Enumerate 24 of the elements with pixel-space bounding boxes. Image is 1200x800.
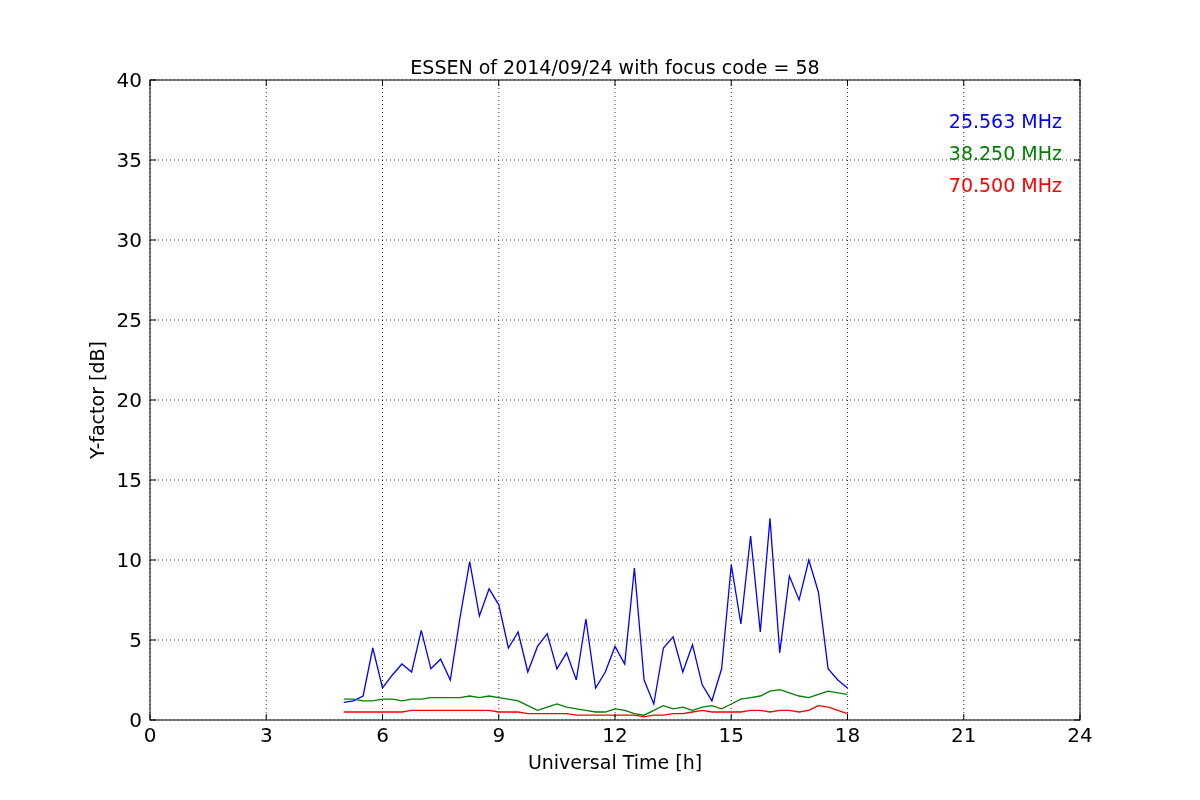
y-tick-label: 20 xyxy=(116,388,142,412)
x-tick-label: 24 xyxy=(1067,723,1093,747)
x-tick-label: 15 xyxy=(718,723,744,747)
y-tick-label: 5 xyxy=(129,628,142,652)
x-tick-label: 21 xyxy=(951,723,977,747)
x-tick-label: 0 xyxy=(143,723,157,747)
y-tick-label: 15 xyxy=(116,468,142,492)
y-tick-label: 10 xyxy=(116,548,142,572)
x-tick-label: 18 xyxy=(834,723,861,747)
x-tick-label: 9 xyxy=(492,723,506,747)
x-axis-label: Universal Time [h] xyxy=(527,751,703,773)
legend-entry: 38.250 MHz xyxy=(948,142,1062,164)
chart-title: ESSEN of 2014/09/24 with focus code = 58 xyxy=(410,56,820,78)
x-tick-label: 6 xyxy=(376,723,389,747)
legend-entry: 70.500 MHz xyxy=(948,174,1062,196)
y-tick-label: 25 xyxy=(116,308,142,332)
x-tick-label: 3 xyxy=(259,723,273,747)
y-axis-label: Y-factor [dB] xyxy=(86,341,108,459)
legend-entry: 25.563 MHz xyxy=(948,110,1062,132)
y-tick-label: 30 xyxy=(116,228,142,252)
y-tick-label: 40 xyxy=(116,68,142,92)
y-tick-label: 35 xyxy=(116,148,142,172)
x-tick-label: 12 xyxy=(602,723,628,747)
y-tick-label: 0 xyxy=(129,708,142,732)
